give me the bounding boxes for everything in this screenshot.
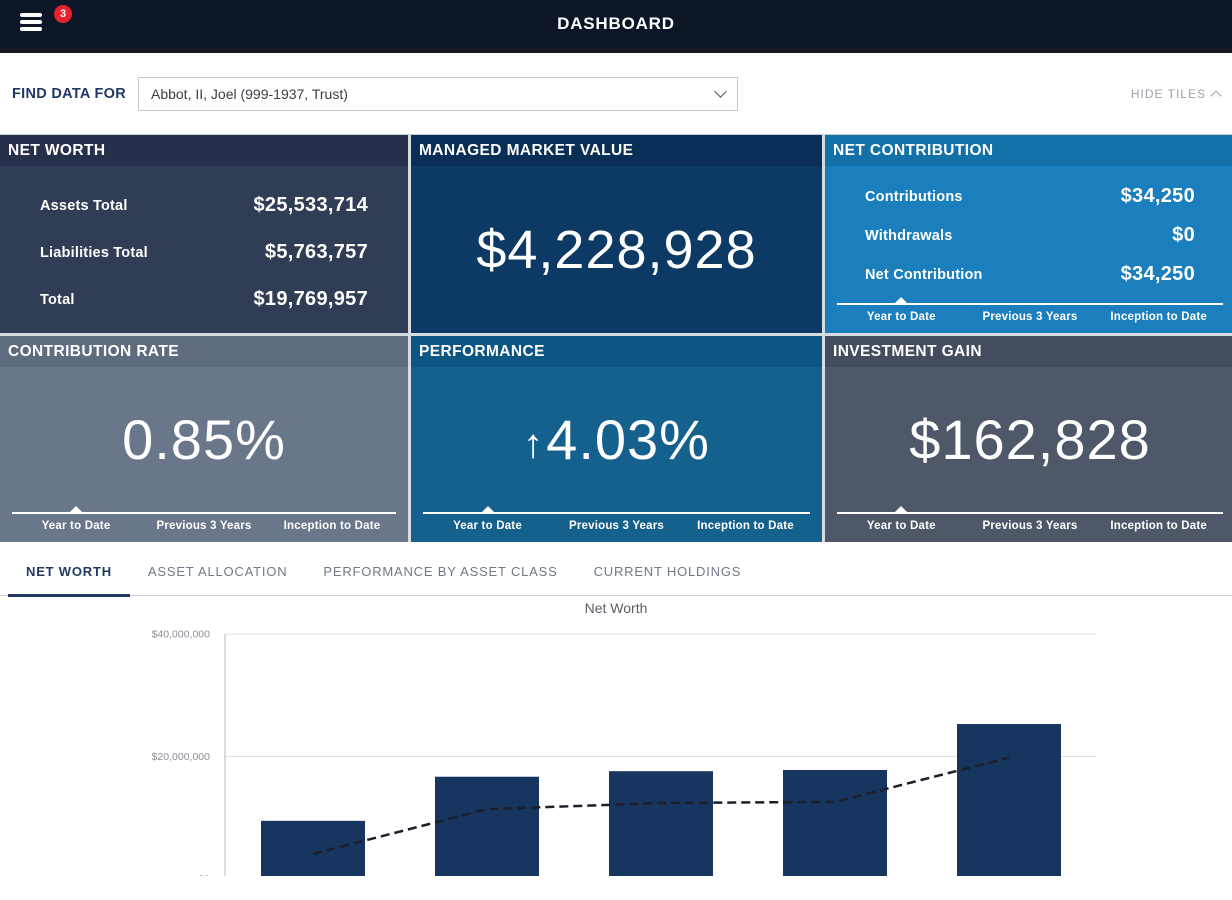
- period-tab-year-to-date[interactable]: Year to Date: [423, 514, 552, 542]
- period-tab-year-to-date[interactable]: Year to Date: [12, 514, 140, 542]
- hide-tiles-button[interactable]: HIDE TILES: [1131, 87, 1220, 101]
- page-title: DASHBOARD: [557, 14, 675, 34]
- managed-market-value-amount: $4,228,928: [411, 223, 822, 277]
- period-tab-previous-3-years[interactable]: Previous 3 Years: [140, 514, 268, 542]
- tile-contribution-rate: CONTRIBUTION RATE 0.85% Year to Date Pre…: [0, 336, 408, 542]
- menu-button[interactable]: 3: [20, 13, 46, 35]
- period-tabs: Year to Date Previous 3 Years Inception …: [12, 512, 396, 542]
- tile-title: CONTRIBUTION RATE: [8, 343, 179, 361]
- tile-title: PERFORMANCE: [419, 343, 545, 361]
- tab-asset-allocation[interactable]: ASSET ALLOCATION: [130, 564, 305, 597]
- tile-title: NET WORTH: [8, 142, 105, 160]
- section-tabs: NET WORTH ASSET ALLOCATION PERFORMANCE B…: [0, 542, 1232, 596]
- tile-net-contribution: NET CONTRIBUTION Contributions $34,250 W…: [825, 135, 1232, 333]
- period-tab-previous-3-years[interactable]: Previous 3 Years: [552, 514, 681, 542]
- tile-managed-market-value: MANAGED MARKET VALUE $4,228,928: [411, 135, 822, 333]
- contribution-rate-value: 0.85%: [0, 412, 408, 468]
- find-data-for-label: FIND DATA FOR: [12, 86, 126, 102]
- hamburger-icon: [20, 13, 42, 17]
- kpi-tiles-grid: NET WORTH Assets Total $25,533,714 Liabi…: [0, 135, 1232, 542]
- client-selector-value: Abbot, II, Joel (999-1937, Trust): [151, 86, 716, 102]
- period-tab-inception-to-date[interactable]: Inception to Date: [1094, 514, 1223, 542]
- period-tab-inception-to-date[interactable]: Inception to Date: [681, 514, 810, 542]
- chevron-down-icon: [714, 85, 727, 98]
- tile-net-worth: NET WORTH Assets Total $25,533,714 Liabi…: [0, 135, 408, 333]
- period-tabs: Year to Date Previous 3 Years Inception …: [837, 512, 1223, 542]
- net-worth-chart-svg: $40,000,000 $20,000,000 $0: [0, 596, 1232, 876]
- net-worth-row-assets: Assets Total $25,533,714: [40, 182, 368, 229]
- period-tab-year-to-date[interactable]: Year to Date: [837, 305, 966, 333]
- dashboard-page: 3 DASHBOARD FIND DATA FOR Abbot, II, Joe…: [0, 0, 1232, 900]
- bar: [957, 724, 1061, 876]
- period-tabs: Year to Date Previous 3 Years Inception …: [837, 303, 1223, 333]
- period-tab-previous-3-years[interactable]: Previous 3 Years: [966, 305, 1095, 333]
- y-tick-label: $20,000,000: [152, 751, 211, 763]
- net-contribution-row-net: Net Contribution $34,250: [865, 255, 1195, 294]
- bar: [783, 770, 887, 876]
- y-tick-label: $0: [198, 874, 210, 877]
- hide-tiles-label: HIDE TILES: [1131, 87, 1206, 101]
- tab-net-worth[interactable]: NET WORTH: [8, 564, 130, 597]
- tab-performance-by-asset-class[interactable]: PERFORMANCE BY ASSET CLASS: [305, 564, 575, 597]
- bar: [261, 821, 365, 876]
- y-tick-label: $40,000,000: [152, 629, 211, 641]
- client-selector[interactable]: Abbot, II, Joel (999-1937, Trust): [138, 77, 738, 111]
- tile-title: INVESTMENT GAIN: [833, 343, 982, 361]
- period-tab-inception-to-date[interactable]: Inception to Date: [1094, 305, 1223, 333]
- investment-gain-value: $162,828: [825, 412, 1232, 468]
- up-arrow-icon: ↑: [523, 420, 544, 466]
- tile-title: MANAGED MARKET VALUE: [419, 142, 633, 160]
- net-contribution-row-withdrawals: Withdrawals $0: [865, 216, 1195, 255]
- net-worth-row-total: Total $19,769,957: [40, 276, 368, 323]
- bar: [609, 771, 713, 876]
- net-worth-chart: Net Worth $40,000,000$20,000,000$0: [0, 596, 1232, 876]
- app-header: 3 DASHBOARD: [0, 0, 1232, 48]
- chevron-up-icon: [1210, 90, 1221, 101]
- period-tab-inception-to-date[interactable]: Inception to Date: [268, 514, 396, 542]
- notification-badge: 3: [54, 5, 72, 23]
- toolbar: FIND DATA FOR Abbot, II, Joel (999-1937,…: [0, 53, 1232, 135]
- net-contribution-row-contributions: Contributions $34,250: [865, 177, 1195, 216]
- tile-investment-gain: INVESTMENT GAIN $162,828 Year to Date Pr…: [825, 336, 1232, 542]
- net-worth-row-liabilities: Liabilities Total $5,763,757: [40, 229, 368, 276]
- performance-value: ↑4.03%: [411, 412, 822, 468]
- period-tabs: Year to Date Previous 3 Years Inception …: [423, 512, 810, 542]
- tab-current-holdings[interactable]: CURRENT HOLDINGS: [576, 564, 760, 597]
- period-tab-year-to-date[interactable]: Year to Date: [837, 514, 966, 542]
- period-tab-previous-3-years[interactable]: Previous 3 Years: [966, 514, 1095, 542]
- bar: [435, 777, 539, 876]
- tile-performance: PERFORMANCE ↑4.03% Year to Date Previous…: [411, 336, 822, 542]
- tile-title: NET CONTRIBUTION: [833, 142, 994, 160]
